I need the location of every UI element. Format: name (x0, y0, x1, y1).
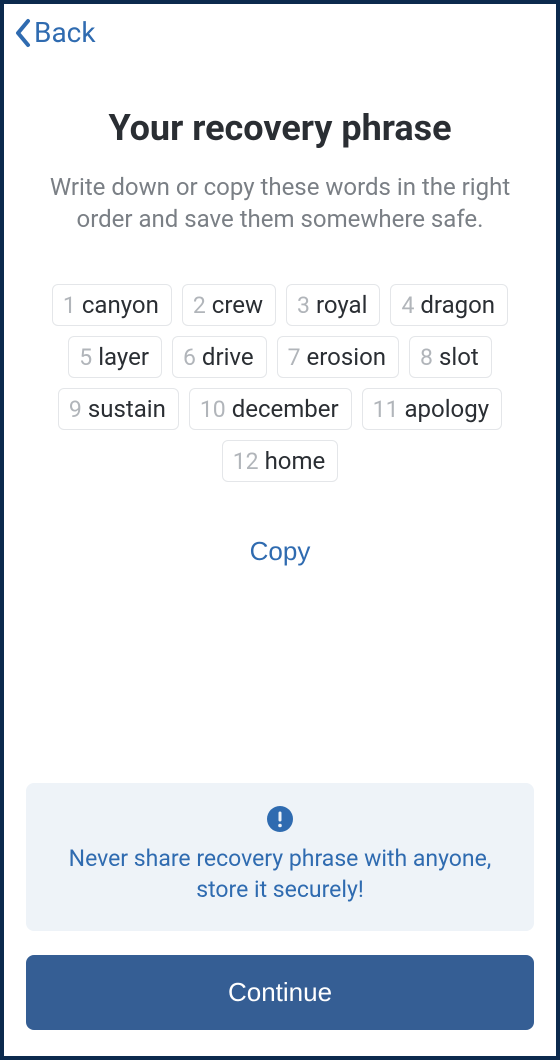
phrase-word: slot (439, 343, 479, 371)
phrase-index: 6 (183, 344, 196, 371)
phrase-index: 9 (69, 396, 82, 423)
phrase-word: erosion (307, 343, 386, 371)
phrase-word: canyon (82, 291, 159, 319)
phrase-index: 10 (200, 396, 226, 423)
phrase-word-chip: 1canyon (52, 284, 172, 326)
back-label: Back (34, 16, 96, 49)
spacer (4, 567, 556, 783)
phrase-index: 8 (420, 344, 433, 371)
continue-button[interactable]: Continue (26, 955, 534, 1030)
phrase-index: 11 (373, 396, 399, 423)
phrase-index: 7 (288, 344, 301, 371)
phrase-word-chip: 11apology (362, 388, 502, 430)
phrase-word: layer (98, 343, 149, 371)
warning-text: Never share recovery phrase with anyone,… (50, 843, 510, 905)
back-button[interactable]: Back (14, 16, 96, 49)
phrase-word: home (265, 447, 326, 475)
phrase-word: sustain (88, 395, 166, 423)
phrase-word-chip: 2crew (182, 284, 276, 326)
alert-icon (266, 805, 294, 833)
phrase-index: 1 (63, 292, 76, 319)
phrase-word-chip: 10december (189, 388, 352, 430)
phrase-word-chip: 9sustain (58, 388, 179, 430)
phrase-word-chip: 5layer (68, 336, 162, 378)
main-content: Your recovery phrase Write down or copy … (4, 57, 556, 567)
phrase-word: dragon (420, 291, 495, 319)
phrase-word-chip: 4dragon (390, 284, 508, 326)
phrase-word: crew (212, 291, 263, 319)
phrase-word-chip: 8slot (409, 336, 492, 378)
chevron-left-icon (14, 18, 32, 48)
copy-button[interactable]: Copy (250, 536, 311, 567)
phrase-word-chip: 6drive (172, 336, 267, 378)
phrase-index: 12 (233, 448, 259, 475)
phrase-index: 2 (193, 292, 206, 319)
phrase-index: 5 (79, 344, 92, 371)
phrase-word: december (232, 395, 339, 423)
phrase-word-chip: 12home (222, 440, 339, 482)
phrase-word: apology (405, 395, 490, 423)
phrase-word: royal (316, 291, 367, 319)
recovery-phrase-grid: 1canyon 2crew 3royal 4dragon 5layer 6dri… (34, 284, 526, 482)
page-title: Your recovery phrase (108, 107, 451, 149)
page-subtitle: Write down or copy these words in the ri… (34, 171, 526, 236)
phrase-word: drive (202, 343, 254, 371)
phrase-word-chip: 3royal (286, 284, 380, 326)
phrase-index: 3 (297, 292, 310, 319)
phrase-word-chip: 7erosion (277, 336, 399, 378)
nav-bar: Back (4, 4, 556, 57)
warning-banner: Never share recovery phrase with anyone,… (26, 783, 534, 931)
phrase-index: 4 (401, 292, 414, 319)
